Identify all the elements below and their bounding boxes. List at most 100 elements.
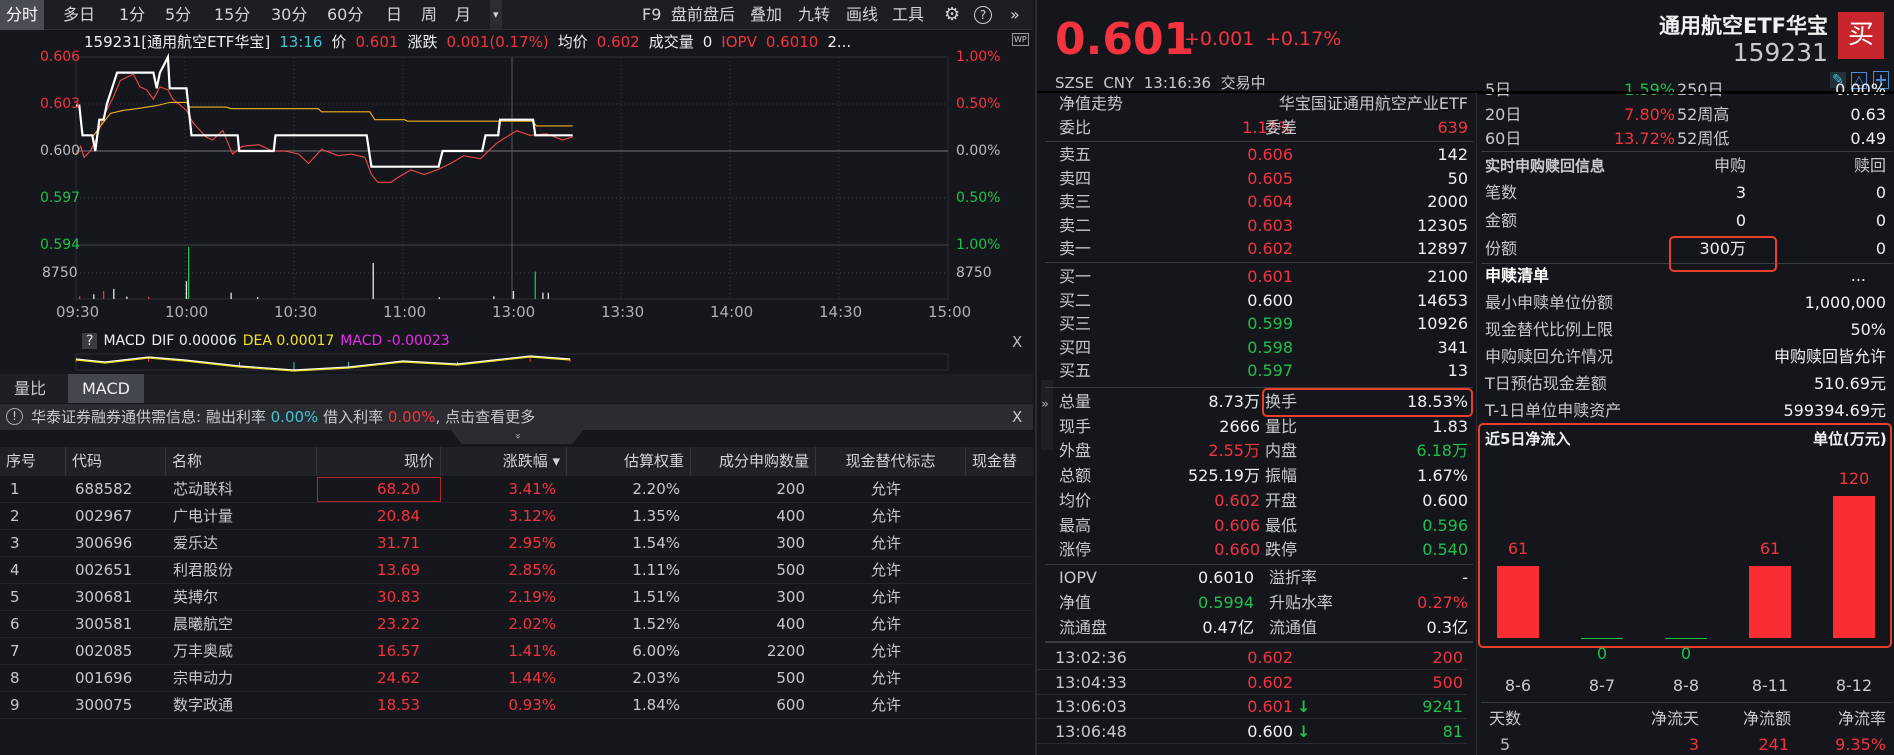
row-weight: 6.00% — [632, 642, 680, 660]
stat-label: 最高 — [1059, 515, 1092, 535]
table-row[interactable]: 9 300075 数字政通 18.53 0.93% 1.84% 600 允许 — [0, 692, 1033, 719]
row-component-qty: 200 — [776, 480, 805, 498]
ask-level: 卖三 0.604 2000 — [1037, 190, 1476, 214]
col-code[interactable]: 代码 — [65, 447, 165, 476]
col-cash-sub-flag[interactable]: 现金替代标志 — [815, 447, 965, 476]
col-change-pct[interactable]: 涨跌幅 ▾ — [440, 447, 566, 476]
col-component-qty[interactable]: 成分申购数量 — [690, 447, 815, 476]
stat-label: 开盘 — [1265, 490, 1298, 510]
ask-volume: 50 — [1447, 168, 1468, 188]
row-price: 24.62 — [377, 669, 420, 687]
creation-title: 实时申购赎回信息 — [1485, 157, 1606, 175]
pcf-value: 1,000,000 — [1804, 293, 1886, 312]
col-cash-sub[interactable]: 现金替代 — [965, 447, 1033, 476]
divider — [1045, 141, 1473, 142]
x-tick-label: 14:00 — [710, 303, 754, 321]
nav-label: 净值走势 — [1059, 94, 1124, 113]
trade-row[interactable]: 13:06:03 0.601 ↓ 9241 — [1037, 695, 1467, 719]
row-code: 300075 — [75, 696, 133, 714]
row-weight: 1.35% — [632, 507, 680, 525]
tab-volume-ratio[interactable]: 量比 — [14, 374, 46, 403]
commission-row: 委比 1.15% 委差 639 — [1037, 116, 1476, 140]
notice-close-icon[interactable]: X — [1012, 404, 1022, 430]
stat-row: 均价 0.602 开盘 0.600 — [1037, 489, 1476, 513]
row-index: 7 — [10, 642, 20, 660]
ask-label: 卖二 — [1059, 215, 1092, 235]
table-row[interactable]: 1 688582 芯动联科 68.20 3.41% 2.20% 200 允许 — [0, 476, 1033, 503]
inflow-bar — [1749, 565, 1791, 638]
row-change-pct: 2.95% — [508, 534, 556, 552]
x-tick-label: 10:30 — [274, 303, 318, 321]
row-index: 6 — [10, 615, 20, 633]
table-row[interactable]: 8 001696 宗申动力 24.62 1.44% 2.03% 500 允许 — [0, 665, 1033, 692]
turnover-highlight — [1262, 388, 1473, 417]
bid-label: 买一 — [1059, 267, 1092, 286]
col-price[interactable]: 现价 — [316, 447, 440, 476]
row-index: 9 — [10, 696, 20, 714]
trade-row[interactable]: 13:02:36 0.602 200 — [1037, 646, 1467, 670]
row-change-pct: 2.02% — [508, 615, 556, 633]
macd-close-icon[interactable]: X — [1012, 333, 1022, 351]
return-value: 0.63 — [1850, 104, 1886, 124]
table-row[interactable]: 3 300696 爱乐达 31.71 2.95% 1.54% 300 允许 — [0, 530, 1033, 557]
y-tick-left: 0.603 — [40, 96, 81, 112]
stat-row: 总额 525.19万 振幅 1.67% — [1037, 464, 1476, 488]
row-name: 广电计量 — [173, 507, 234, 525]
nav-row: 净值走势 华宝国证通用航空产业ETF — [1037, 92, 1476, 116]
pcf-more-button[interactable]: ... — [1851, 264, 1866, 288]
macd-help-button[interactable]: ? — [82, 333, 98, 349]
etf-stat-row: 流通盘 0.47亿 流通值 0.3亿 — [1037, 616, 1476, 640]
etf-stat-value: 0.3亿 — [1426, 618, 1468, 637]
table-row[interactable]: 6 300581 晨曦航空 23.22 2.02% 1.52% 400 允许 — [0, 611, 1033, 638]
etf-stat-label: 溢折率 — [1269, 568, 1318, 587]
commission-ratio-label: 委比 — [1059, 118, 1092, 137]
stat-value: 0.660 — [1214, 540, 1260, 560]
tab-macd[interactable]: MACD — [68, 374, 144, 403]
row-cash-sub-flag: 允许 — [871, 696, 902, 714]
table-row[interactable]: 4 002651 利君股份 13.69 2.85% 1.11% 500 允许 — [0, 557, 1033, 584]
pcf-value: 599394.69元 — [1783, 401, 1886, 420]
etf-stat-value: - — [1462, 568, 1468, 587]
trade-price: 0.602 — [1247, 648, 1293, 667]
etf-stat-label: 流通值 — [1269, 618, 1318, 637]
table-row[interactable]: 7 002085 万丰奥威 16.57 1.41% 6.00% 2200 允许 — [0, 638, 1033, 665]
row-price: 23.22 — [377, 615, 420, 633]
y-tick-right: 1.00% — [956, 49, 1001, 65]
inflow-bar-label: 61 — [1759, 538, 1781, 558]
return-label: 52周高 — [1677, 104, 1730, 124]
stat-value: 0.540 — [1422, 540, 1468, 560]
stat-value: 0.602 — [1214, 490, 1260, 510]
stat-row: 涨停 0.660 跌停 0.540 — [1037, 538, 1476, 562]
y-tick-right: 1.00% — [956, 237, 1001, 253]
etf-stat-label: 净值 — [1059, 593, 1092, 612]
inflow-summary-value: 241 — [1758, 735, 1789, 754]
table-row[interactable]: 2 002967 广电计量 20.84 3.12% 1.35% 400 允许 — [0, 503, 1033, 530]
row-component-qty: 400 — [776, 615, 805, 633]
divider — [1045, 641, 1473, 643]
etf-stat-value: 0.47亿 — [1202, 618, 1254, 637]
stat-label: 最低 — [1265, 515, 1298, 535]
trade-row[interactable]: 13:04:33 0.602 500 — [1037, 671, 1467, 695]
col-index[interactable]: 序号 — [0, 447, 42, 476]
pcf-value: 510.69元 — [1814, 374, 1886, 393]
etf-stat-label: IOPV — [1059, 568, 1097, 587]
table-header: 序号 代码 名称 现价 涨跌幅 ▾ 估算权重 成分申购数量 现金替代标志 现金替… — [0, 447, 1033, 476]
collapse-handle[interactable]: » — [451, 430, 583, 444]
y-tick-left: 0.594 — [40, 237, 81, 253]
margin-notice-bar[interactable]: ! 华泰证券融券通供需信息: 融出利率 0.00% 借入利率 0.00%, 点击… — [0, 404, 1033, 430]
creation-col-redeem: 赎回 — [1853, 156, 1886, 175]
ask-price: 0.606 — [1247, 145, 1293, 164]
col-name[interactable]: 名称 — [165, 447, 316, 476]
table-row[interactable]: 5 300681 英搏尔 30.83 2.19% 1.51% 300 允许 — [0, 584, 1033, 611]
etf-stat-value: 0.5994 — [1198, 593, 1254, 612]
ask-level: 卖五 0.606 142 — [1037, 143, 1476, 167]
stat-value: 1.83 — [1432, 416, 1468, 436]
col-weight[interactable]: 估算权重 — [566, 447, 690, 476]
inflow-date-label: 8-12 — [1835, 676, 1873, 695]
trade-volume: 500 — [1432, 672, 1463, 692]
return-label: 52周低 — [1677, 129, 1730, 148]
row-code: 002085 — [75, 642, 133, 660]
trade-row[interactable]: 13:06:48 0.600 ↓ 81 — [1037, 720, 1467, 744]
return-value: 0.49 — [1850, 129, 1886, 148]
pcf-row: 申购赎回允许情况 申购赎回皆允许 — [1477, 345, 1894, 369]
